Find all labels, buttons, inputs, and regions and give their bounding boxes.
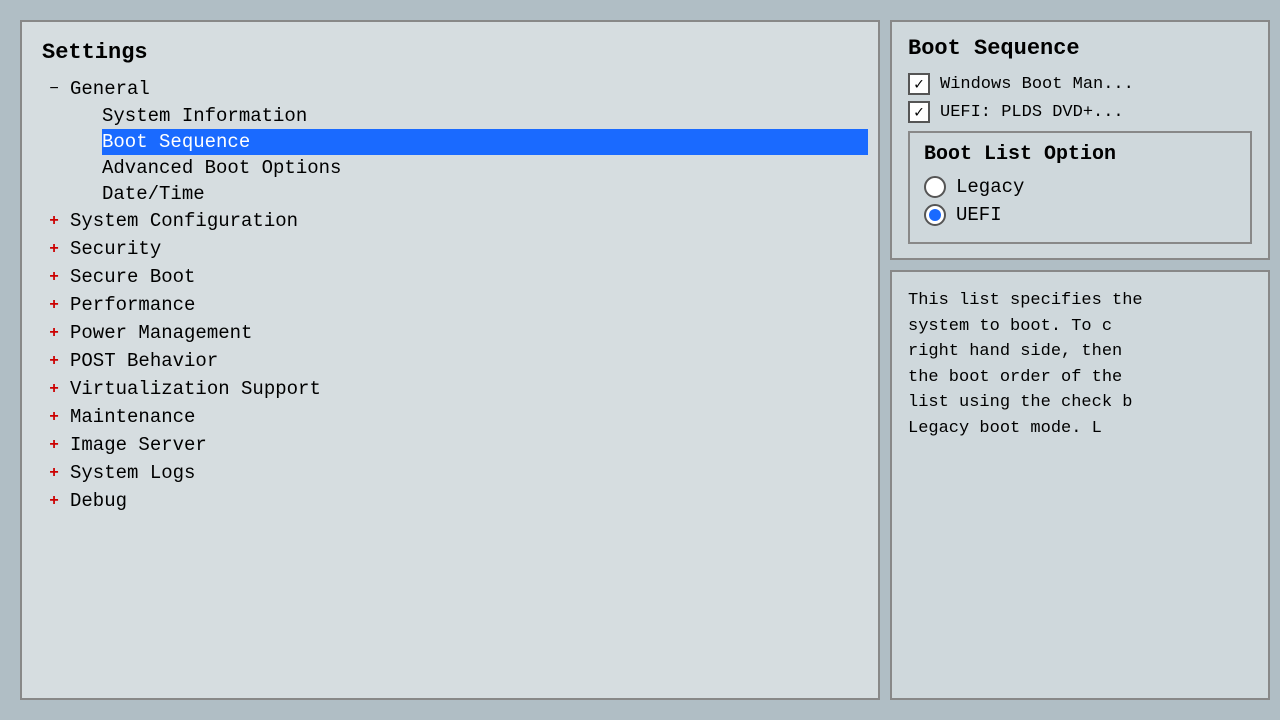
- left-panel: Settings − General System Information Bo…: [20, 20, 880, 700]
- checkbox-windows-boot[interactable]: ✓: [908, 73, 930, 95]
- plus-icon-performance: +: [42, 293, 66, 317]
- general-section: − General System Information Boot Sequen…: [32, 75, 868, 207]
- general-label: General: [70, 78, 150, 100]
- legacy-label: Legacy: [956, 176, 1024, 198]
- uefi-plds-label: UEFI: PLDS DVD+...: [940, 103, 1124, 122]
- virtualization-support-label: Virtualization Support: [70, 378, 321, 400]
- boot-item-uefi-plds: ✓ UEFI: PLDS DVD+...: [908, 101, 1252, 123]
- maintenance-section: + Maintenance: [32, 403, 868, 431]
- settings-title: Settings: [22, 32, 878, 75]
- minus-icon: −: [42, 77, 66, 101]
- settings-tree: − General System Information Boot Sequen…: [22, 75, 878, 688]
- sidebar-item-debug[interactable]: + Debug: [42, 487, 868, 515]
- plus-icon-post-behavior: +: [42, 349, 66, 373]
- sidebar-item-advanced-boot-options[interactable]: Advanced Boot Options: [102, 155, 868, 181]
- performance-section: + Performance: [32, 291, 868, 319]
- boot-list-option-panel: Boot List Option Legacy UEFI: [908, 131, 1252, 244]
- sidebar-item-post-behavior[interactable]: + POST Behavior: [42, 347, 868, 375]
- boot-sequence-panel: Boot Sequence ✓ Windows Boot Man... ✓ UE…: [890, 20, 1270, 260]
- secure-boot-section: + Secure Boot: [32, 263, 868, 291]
- sidebar-item-performance[interactable]: + Performance: [42, 291, 868, 319]
- virtualization-support-section: + Virtualization Support: [32, 375, 868, 403]
- right-panel: Boot Sequence ✓ Windows Boot Man... ✓ UE…: [890, 20, 1270, 700]
- plus-icon-power-management: +: [42, 321, 66, 345]
- date-time-label: Date/Time: [102, 183, 205, 205]
- boot-sequence-label: Boot Sequence: [102, 131, 250, 153]
- system-configuration-label: System Configuration: [70, 210, 298, 232]
- sidebar-item-secure-boot[interactable]: + Secure Boot: [42, 263, 868, 291]
- power-management-label: Power Management: [70, 322, 252, 344]
- boot-item-windows: ✓ Windows Boot Man...: [908, 73, 1252, 95]
- description-text: This list specifies the system to boot. …: [908, 288, 1252, 441]
- radio-item-uefi: UEFI: [924, 204, 1236, 226]
- radio-legacy[interactable]: [924, 176, 946, 198]
- performance-label: Performance: [70, 294, 195, 316]
- plus-icon-image-server: +: [42, 433, 66, 457]
- uefi-label: UEFI: [956, 204, 1002, 226]
- debug-label: Debug: [70, 490, 127, 512]
- post-behavior-label: POST Behavior: [70, 350, 218, 372]
- image-server-section: + Image Server: [32, 431, 868, 459]
- radio-uefi[interactable]: [924, 204, 946, 226]
- plus-icon-virtualization-support: +: [42, 377, 66, 401]
- maintenance-label: Maintenance: [70, 406, 195, 428]
- system-configuration-section: + System Configuration: [32, 207, 868, 235]
- plus-icon-debug: +: [42, 489, 66, 513]
- sidebar-item-security[interactable]: + Security: [42, 235, 868, 263]
- sidebar-item-boot-sequence[interactable]: Boot Sequence: [102, 129, 868, 155]
- secure-boot-label: Secure Boot: [70, 266, 195, 288]
- sidebar-item-date-time[interactable]: Date/Time: [102, 181, 868, 207]
- plus-icon-system-logs: +: [42, 461, 66, 485]
- debug-section: + Debug: [32, 487, 868, 515]
- description-panel: This list specifies the system to boot. …: [890, 270, 1270, 700]
- sidebar-item-general[interactable]: − General: [42, 75, 868, 103]
- sidebar-item-virtualization-support[interactable]: + Virtualization Support: [42, 375, 868, 403]
- general-children: System Information Boot Sequence Advance…: [42, 103, 868, 207]
- windows-boot-label: Windows Boot Man...: [940, 75, 1134, 94]
- image-server-label: Image Server: [70, 434, 207, 456]
- post-behavior-section: + POST Behavior: [32, 347, 868, 375]
- advanced-boot-options-label: Advanced Boot Options: [102, 157, 341, 179]
- checkbox-uefi-plds[interactable]: ✓: [908, 101, 930, 123]
- sidebar-item-system-information[interactable]: System Information: [102, 103, 868, 129]
- system-logs-section: + System Logs: [32, 459, 868, 487]
- security-section: + Security: [32, 235, 868, 263]
- sidebar-item-system-logs[interactable]: + System Logs: [42, 459, 868, 487]
- plus-icon-security: +: [42, 237, 66, 261]
- plus-icon-system-configuration: +: [42, 209, 66, 233]
- plus-icon-secure-boot: +: [42, 265, 66, 289]
- power-management-section: + Power Management: [32, 319, 868, 347]
- system-logs-label: System Logs: [70, 462, 195, 484]
- boot-sequence-title: Boot Sequence: [908, 36, 1252, 61]
- plus-icon-maintenance: +: [42, 405, 66, 429]
- system-information-label: System Information: [102, 105, 307, 127]
- radio-item-legacy: Legacy: [924, 176, 1236, 198]
- sidebar-item-power-management[interactable]: + Power Management: [42, 319, 868, 347]
- sidebar-item-maintenance[interactable]: + Maintenance: [42, 403, 868, 431]
- boot-list-option-title: Boot List Option: [924, 143, 1236, 166]
- security-label: Security: [70, 238, 161, 260]
- sidebar-item-image-server[interactable]: + Image Server: [42, 431, 868, 459]
- sidebar-item-system-configuration[interactable]: + System Configuration: [42, 207, 868, 235]
